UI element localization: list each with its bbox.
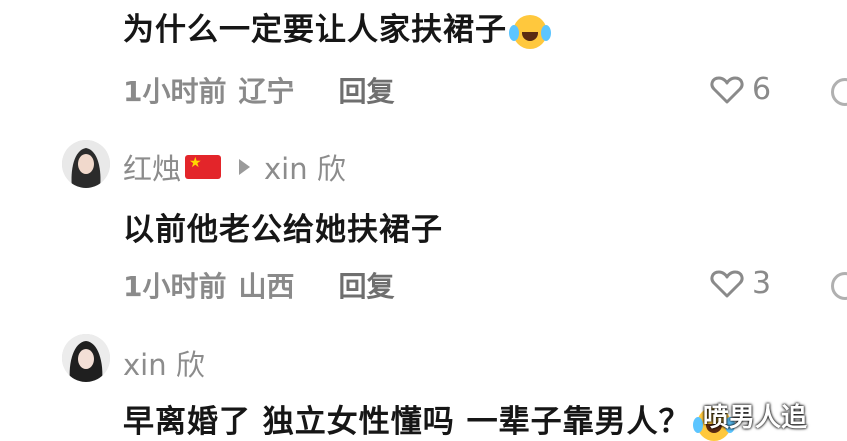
watermark: 喷男人追 [703, 397, 807, 434]
comment-2-meta: 1小时前 山西 回复 [123, 265, 395, 305]
crying-laughing-emoji-icon [509, 14, 551, 49]
heart-icon [710, 270, 744, 297]
avatar[interactable] [62, 334, 110, 382]
more-icon[interactable] [831, 272, 847, 300]
comment-1-like-count: 6 [752, 72, 772, 107]
china-flag-icon [185, 155, 222, 179]
comment-1-time: 1小时前 [123, 75, 227, 108]
comment-1-like-button[interactable]: 6 [710, 72, 771, 107]
comment-2-location: 山西 [238, 270, 295, 303]
comment-3-body: 早离婚了 独立女性懂吗 一辈子靠男人？ [123, 396, 735, 441]
comment-2-reply-to[interactable]: xin 欣 [264, 146, 346, 188]
avatar-image [62, 334, 110, 382]
more-icon[interactable] [831, 78, 847, 106]
comment-1-reply-button[interactable]: 回复 [339, 70, 395, 110]
comment-3-text: 早离婚了 独立女性懂吗 一辈子靠男人？ [123, 404, 691, 440]
comment-1-body: 为什么一定要让人家扶裙子 [123, 4, 551, 49]
comment-1-meta: 1小时前 辽宁 回复 [123, 70, 395, 110]
avatar[interactable] [62, 140, 110, 188]
comment-2-like-button[interactable]: 3 [710, 266, 771, 301]
comment-3-username[interactable]: xin 欣 [123, 342, 205, 384]
reply-arrow-icon [239, 159, 251, 175]
comment-1-text: 为什么一定要让人家扶裙子 [123, 12, 507, 48]
comment-2-like-count: 3 [752, 266, 772, 301]
avatar-image [62, 140, 110, 188]
heart-icon [710, 76, 744, 103]
comment-2-time: 1小时前 [123, 270, 227, 303]
comment-2-reply-button[interactable]: 回复 [339, 265, 395, 305]
comment-1-location: 辽宁 [238, 75, 295, 108]
comment-2-header: 红烛 xin 欣 [123, 146, 346, 188]
comment-2-text: 以前他老公给她扶裙子 [123, 212, 443, 248]
watermark-text: 喷男人追 [702, 403, 807, 433]
comment-2-username[interactable]: 红烛 [123, 146, 181, 188]
